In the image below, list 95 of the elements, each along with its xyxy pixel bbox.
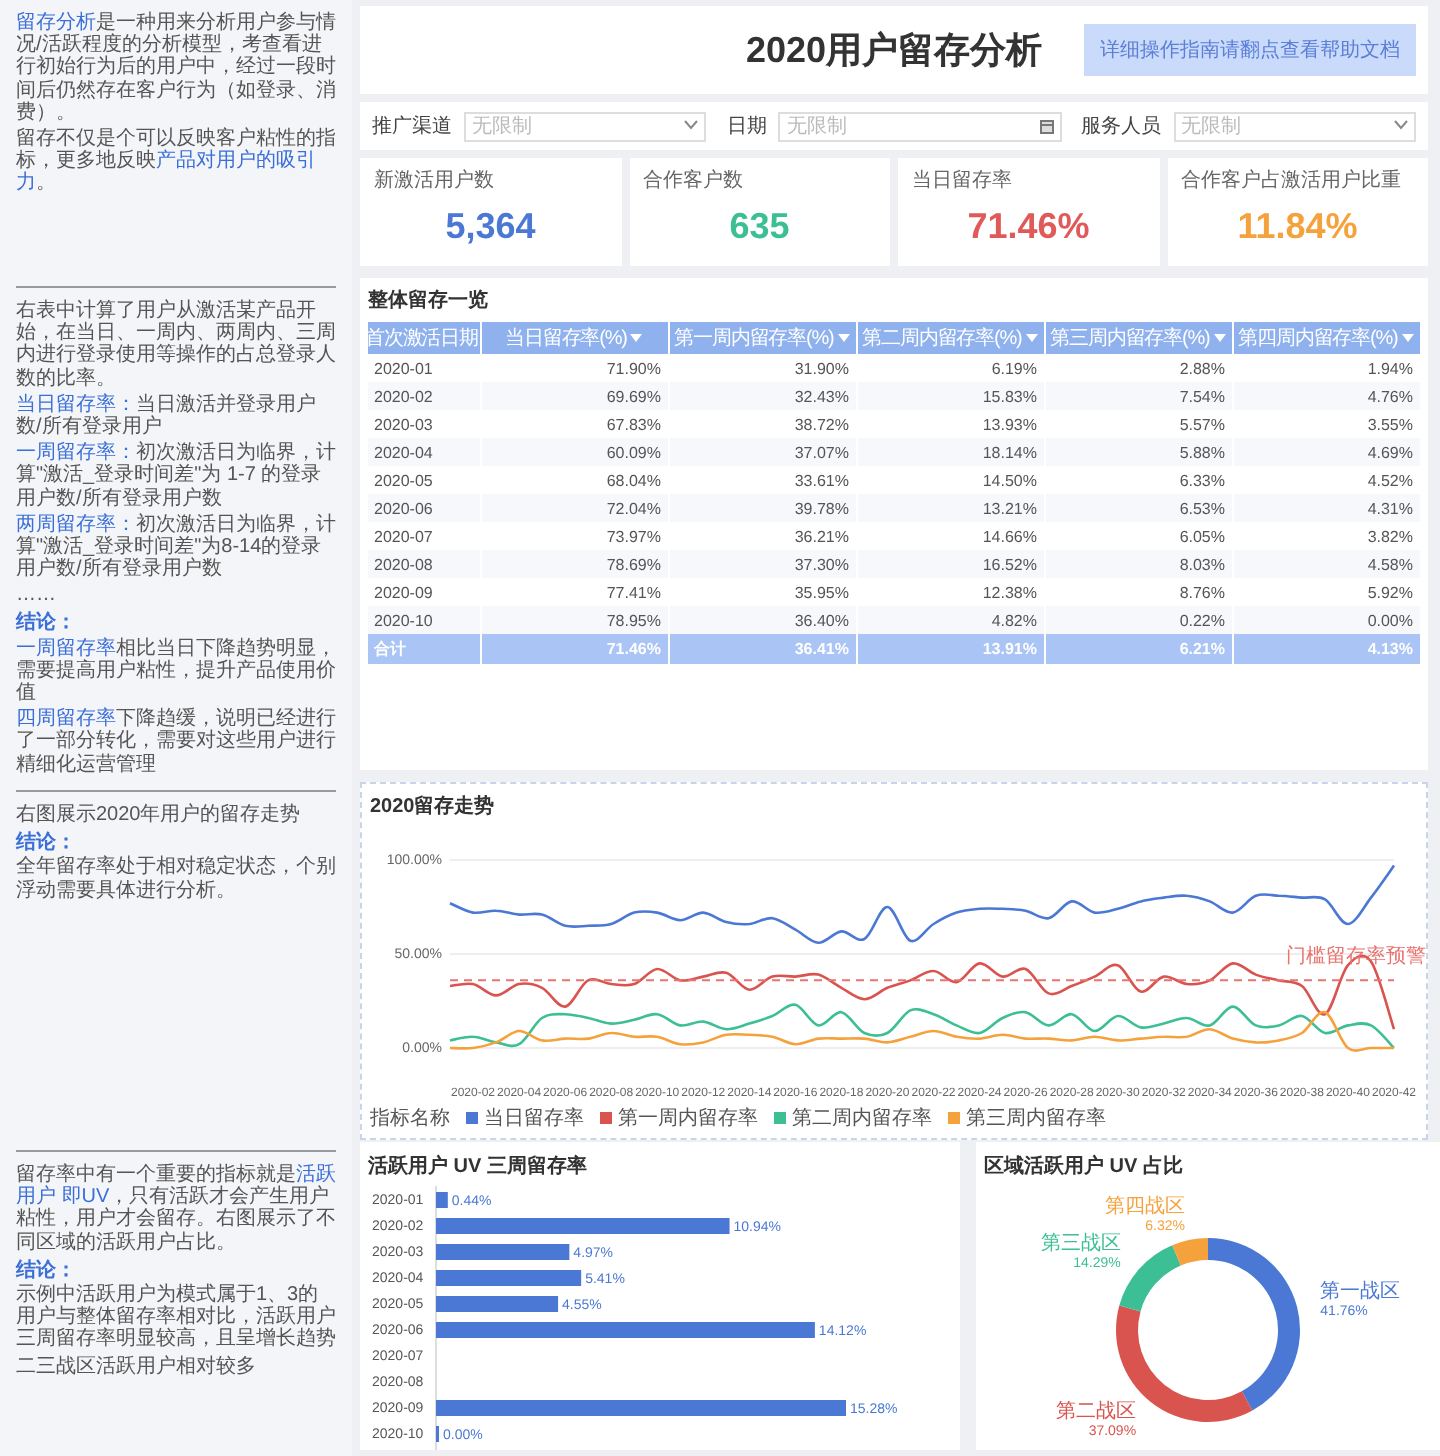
column-header[interactable]: 当日留存率(%): [480, 322, 668, 354]
table-cell: 78.69%: [480, 550, 668, 578]
table-cell: 37.30%: [668, 550, 856, 578]
table-cell: 4.69%: [1232, 438, 1420, 466]
note-text: 示例中活跃用户为模式属于1、3的用户与整体留存率相对比，活跃用户三周留存率明显较高，且呈增长趋势: [16, 1283, 336, 1351]
chart-title: 区域活跃用户 UV 占比: [984, 1152, 1185, 1180]
table-cell: 13.21%: [856, 494, 1044, 522]
legend-label[interactable]: 第三周内留存率: [966, 1104, 1106, 1132]
kpi-label: 合作客户数: [643, 167, 745, 194]
note-heading: 结论：: [16, 612, 78, 636]
table-cell: 8.03%: [1044, 550, 1232, 578]
legend-label[interactable]: 第二周内留存率: [792, 1104, 932, 1132]
note-text: 全年留存率处于相对稳定状态，个别浮动需要具体进行分析。: [16, 856, 336, 902]
note-text: ……: [16, 584, 58, 607]
caret-icon[interactable]: [630, 334, 643, 342]
total-cell: 13.91%: [856, 634, 1044, 664]
table-cell: 4.58%: [1232, 550, 1420, 578]
dashboard-title: 2020用户留存分析: [745, 28, 1043, 74]
filter-label: 服务人员: [1081, 114, 1162, 140]
table-cell: 39.78%: [668, 494, 856, 522]
column-header[interactable]: 第一周内留存率(%): [668, 322, 856, 354]
select-field[interactable]: 无限制: [464, 111, 707, 141]
chart-title: 2020留存走势: [370, 793, 497, 820]
table-cell: 7.54%: [1044, 382, 1232, 410]
table-cell: 32.43%: [668, 382, 856, 410]
filter-label: 推广渠道: [372, 113, 452, 140]
note-text: 留存不仅是个可以反映客户粘性的指标，更多地反映产品对用户的吸引力。: [16, 127, 336, 195]
note-text: 两周留存率：初次激活日为临界，计算"激活_登录时间差"为8-14的登录用户数/所有登录用户数: [16, 513, 336, 581]
table-cell: 2020-04: [368, 438, 480, 466]
chart-title: 活跃用户 UV 三周留存率: [368, 1152, 589, 1180]
column-header[interactable]: 第三周内留存率(%): [1044, 322, 1232, 354]
table-cell: 5.88%: [1044, 438, 1232, 466]
total-cell: 6.21%: [1044, 634, 1232, 664]
caret-icon[interactable]: [1025, 334, 1038, 342]
column-header[interactable]: 首次激活日期: [368, 322, 480, 354]
kpi-value: 11.84%: [1235, 203, 1360, 249]
table-cell: 18.14%: [856, 438, 1044, 466]
filter-label: 日期: [726, 113, 767, 140]
legend-label[interactable]: 第一周内留存率: [618, 1104, 758, 1132]
help-button[interactable]: 详细操作指南请翻点查看帮助文档: [1084, 24, 1416, 76]
table-cell: 36.40%: [668, 606, 856, 634]
note-text: 二三战区活跃用户相对较多: [16, 1355, 258, 1378]
legend-title: 指标名称: [370, 1105, 450, 1132]
table-cell: 4.82%: [856, 606, 1044, 634]
table-cell: 2020-06: [368, 494, 480, 522]
note-text: 当日留存率：当日激活并登录用户数/所有登录用户: [16, 393, 318, 439]
chevron-down-icon: [684, 119, 699, 129]
note-text: 四周留存率下降趋缓，说明已经进行了一部分转化，需要对这些用户进行精细化运营管理: [16, 708, 336, 776]
table-cell: 37.07%: [668, 438, 856, 466]
bar: [436, 1244, 570, 1260]
caret-icon[interactable]: [1401, 334, 1414, 342]
total-cell: 4.13%: [1232, 634, 1420, 664]
note-text: 留存分析是一种用来分析用户参与情况/活跃程度的分析模型，考查看进行初始行为后的用户中，经过一段时间后仍然存在客户行为（如登录、消费）。: [16, 12, 336, 124]
table-title: 整体留存一览: [368, 287, 490, 314]
table-cell: 2020-08: [368, 550, 480, 578]
select-field[interactable]: 无限制: [1173, 111, 1416, 141]
table-cell: 6.53%: [1044, 494, 1232, 522]
table-cell: 0.22%: [1044, 606, 1232, 634]
table-cell: 4.31%: [1232, 494, 1420, 522]
legend-label[interactable]: 当日留存率: [484, 1104, 584, 1132]
column-header[interactable]: 第二周内留存率(%): [856, 322, 1044, 354]
table-cell: 69.69%: [480, 382, 668, 410]
total-cell: 36.41%: [668, 634, 856, 664]
note-text: 一周留存率：初次激活日为临界，计算"激活_登录时间差"为 1-7 的登录用户数/所有登录用户数: [16, 442, 336, 510]
column-header[interactable]: 第四周内留存率(%): [1232, 322, 1420, 354]
chevron-down-icon: [1393, 119, 1408, 129]
kpi-label: 新激活用户数: [374, 167, 496, 194]
kpi-label: 当日留存率: [912, 167, 1014, 194]
calendar-icon: [1039, 119, 1054, 133]
note-heading: 结论：: [16, 1259, 78, 1282]
bar: [436, 1192, 448, 1208]
caret-icon[interactable]: [837, 334, 850, 342]
table-cell: 4.76%: [1232, 382, 1420, 410]
table-cell: 16.52%: [856, 550, 1044, 578]
note-text: 一周留存率相比当日下降趋势明显，需要提高用户粘性，提升产品使用价值: [16, 637, 336, 705]
table-cell: 2020-02: [368, 382, 480, 410]
bar: [436, 1296, 559, 1312]
note-text: 留存率中有一个重要的指标就是活跃用户 即UV，只有活跃才会产生用户粘性，用户才会留存。右图展示了不同区域的活跃用户占比。: [16, 1164, 336, 1254]
table-cell: 15.83%: [856, 382, 1044, 410]
table-cell: 78.95%: [480, 606, 668, 634]
kpi-value: 635: [727, 203, 792, 249]
note-text: 右图展示2020年用户的留存走势: [16, 804, 303, 827]
total-cell: 71.46%: [480, 634, 668, 664]
kpi-value: 71.46%: [965, 203, 1092, 249]
table-cell: 0.00%: [1232, 606, 1420, 634]
kpi-label: 合作客户占激活用户比重: [1181, 167, 1403, 194]
caret-icon[interactable]: [1213, 334, 1226, 342]
table-cell: 2020-10: [368, 606, 480, 634]
table-cell: 60.09%: [480, 438, 668, 466]
total-cell: 合计: [368, 634, 480, 664]
kpi-value: 5,364: [443, 203, 538, 249]
note-heading: 结论：: [16, 832, 78, 855]
note-text: 右表中计算了用户从激活某产品开始，在当日、一周内、两周内、三周内进行登录使用等操作的占总登录人数的比率。: [16, 300, 336, 390]
date-field[interactable]: 无限制: [778, 111, 1062, 141]
table-cell: 72.04%: [480, 494, 668, 522]
